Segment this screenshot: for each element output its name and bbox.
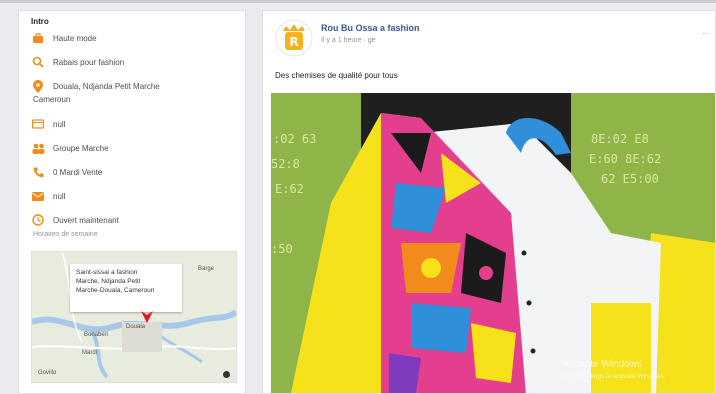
map-label: Bonaberi xyxy=(84,332,109,338)
intro-row-text: null xyxy=(53,119,66,129)
intro-row-text: Haute mode xyxy=(53,33,97,43)
intro-card: Intro Haute mode Rabais pour fashion Dou… xyxy=(18,10,246,394)
email-icon xyxy=(31,189,45,203)
group-icon xyxy=(31,141,45,155)
intro-row-text: null xyxy=(53,191,66,201)
svg-text::02 63: :02 63 xyxy=(273,132,316,146)
website-icon xyxy=(31,117,45,131)
map-popup-line: Saint-sissai a fashion xyxy=(76,269,138,276)
svg-text::50: :50 xyxy=(271,242,293,256)
intro-row-phone[interactable]: 0 Mardi Vente xyxy=(31,165,102,179)
post-photo[interactable]: :02 63 52:8 E:62 :50 8E:02 E8 E:60 8E:62… xyxy=(271,93,715,393)
map-popup-line: Marche, Ndjanda Petit xyxy=(76,278,141,285)
activate-windows-hint: Go to Settings to activate Windows. xyxy=(563,373,666,380)
page-name[interactable]: Rou Bu Ossa a fashion xyxy=(321,23,420,33)
hours-detail: Horaires de semaine xyxy=(33,231,98,238)
shirt-photo-art: :02 63 52:8 E:62 :50 8E:02 E8 E:60 8E:62… xyxy=(271,93,715,393)
svg-text:E:62: E:62 xyxy=(275,182,304,196)
top-divider xyxy=(0,0,716,3)
intro-row-text: Rabais pour fashion xyxy=(53,57,125,67)
svg-text:52:8: 52:8 xyxy=(271,157,300,171)
intro-row-text: 0 Mardi Vente xyxy=(53,167,103,177)
briefcase-icon xyxy=(31,31,45,45)
address-country: Cameroun xyxy=(33,95,71,104)
post-card: R Rou Bu Ossa a fashion Il y a 1 heure ·… xyxy=(262,10,716,394)
svg-text:R: R xyxy=(289,35,298,49)
map-label: Barge xyxy=(198,266,215,272)
svg-text:8E:02 E8: 8E:02 E8 xyxy=(591,132,649,146)
intro-row-hours[interactable]: Ouvert maintenant xyxy=(31,213,119,227)
intro-row-text: Ouvert maintenant xyxy=(53,215,119,225)
activate-windows-watermark: Activate Windows xyxy=(563,359,642,370)
intro-row-search[interactable]: Rabais pour fashion xyxy=(31,55,124,69)
intro-row-text: Douala, Ndjanda Petit Marche xyxy=(53,81,160,91)
intro-row-address[interactable]: Douala, Ndjanda Petit Marche xyxy=(31,79,160,93)
svg-text:62 E5:00: 62 E5:00 xyxy=(601,172,659,186)
post-timestamp[interactable]: Il y a 1 heure · ge xyxy=(321,37,375,44)
intro-row-email[interactable]: null xyxy=(31,189,65,203)
post-options-icon[interactable]: ... xyxy=(702,27,709,36)
map-popup-line: Marche-Douala, Cameroun xyxy=(76,287,155,294)
page-avatar[interactable]: R xyxy=(275,19,313,57)
post-text: Des chemises de qualité pour tous xyxy=(275,71,398,80)
map-label: Douala xyxy=(126,324,146,330)
map-info-icon[interactable] xyxy=(223,371,230,378)
clock-icon xyxy=(31,213,45,227)
location-map[interactable]: Saint-sissai a fashion Marche, Ndjanda P… xyxy=(31,251,237,383)
map-label: Govillo xyxy=(38,370,57,376)
map-popup: Saint-sissai a fashion Marche, Ndjanda P… xyxy=(70,264,182,312)
phone-icon xyxy=(31,165,45,179)
map-label: Mardi xyxy=(82,350,98,356)
intro-title: Intro xyxy=(31,17,49,26)
location-pin-icon xyxy=(31,79,45,93)
svg-text:E:60 8E:62: E:60 8E:62 xyxy=(589,152,661,166)
map-pin-icon xyxy=(141,311,153,323)
intro-row-text: Groupe Marche xyxy=(53,143,109,153)
intro-row-website[interactable]: null xyxy=(31,117,65,131)
search-icon xyxy=(31,55,45,69)
intro-row-category[interactable]: Haute mode xyxy=(31,31,97,45)
intro-row-group[interactable]: Groupe Marche xyxy=(31,141,109,155)
